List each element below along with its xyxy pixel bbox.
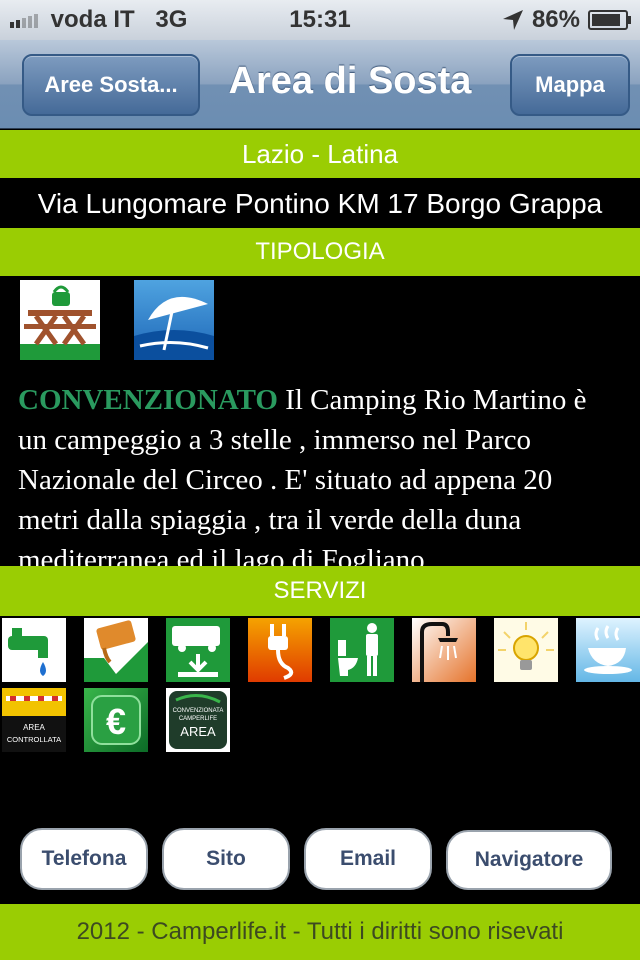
page-title: Area di Sosta: [228, 60, 472, 102]
shower-icon: [412, 618, 476, 682]
map-button[interactable]: Mappa: [510, 54, 630, 116]
euro-payment-icon: €: [84, 688, 148, 752]
status-bar: voda IT 3G 15:31 86%: [0, 0, 640, 40]
convention-label-2: CAMPERLIFE: [179, 716, 217, 722]
controlled-area-label-2: CONTROLLATA: [7, 735, 61, 744]
battery-icon: [588, 10, 631, 30]
website-button-label: Sito: [206, 847, 246, 870]
battery-info: 86%: [502, 6, 631, 34]
camper-service-icon: [166, 618, 230, 682]
convention-label-3: AREA: [180, 724, 216, 739]
description-text: CONVENZIONATO Il Camping Rio Martino è u…: [18, 380, 618, 566]
euro-symbol: €: [106, 701, 126, 742]
email-button-label: Email: [339, 847, 397, 870]
navigator-button[interactable]: Navigatore: [446, 830, 612, 890]
description-highlight: CONVENZIONATO: [18, 384, 278, 416]
navigation-bar: Aree Sosta... Area di Sosta Mappa: [0, 40, 640, 129]
location-arrow-icon: [502, 10, 523, 30]
light-bulb-icon: [494, 618, 558, 682]
address-text: Via Lungomare Pontino KM 17 Borgo Grappa: [0, 178, 640, 228]
servizi-header: SERVIZI: [0, 566, 640, 616]
website-button[interactable]: Sito: [162, 828, 290, 890]
beach-umbrella-icon: [134, 280, 214, 360]
region-header: Lazio - Latina: [0, 130, 640, 178]
toilet-icon: [330, 618, 394, 682]
controlled-area-icon: AREA CONTROLLATA: [2, 688, 66, 752]
back-button-label: Aree Sosta...: [44, 72, 178, 97]
navigator-button-label: Navigatore: [474, 848, 584, 871]
picnic-area-icon: [20, 280, 100, 360]
convention-area-icon: CONVENZIONATA CAMPERLIFE AREA: [166, 688, 230, 752]
map-button-label: Mappa: [535, 72, 605, 97]
electric-plug-icon: [248, 618, 312, 682]
hot-drink-icon: [576, 618, 640, 682]
controlled-area-label-1: AREA: [23, 723, 45, 732]
phone-button-label: Telefona: [41, 847, 127, 870]
footer-copyright: 2012 - Camperlife.it - Tutti i diritti s…: [0, 904, 640, 960]
phone-button[interactable]: Telefona: [20, 828, 148, 890]
convention-label-1: CONVENZIONATA: [173, 708, 224, 714]
water-tap-icon: [2, 618, 66, 682]
battery-percent: 86%: [531, 6, 580, 33]
tipologia-header: TIPOLOGIA: [0, 228, 640, 276]
grey-water-drain-icon: [84, 618, 148, 682]
email-button[interactable]: Email: [304, 828, 432, 890]
back-button[interactable]: Aree Sosta...: [22, 54, 200, 116]
